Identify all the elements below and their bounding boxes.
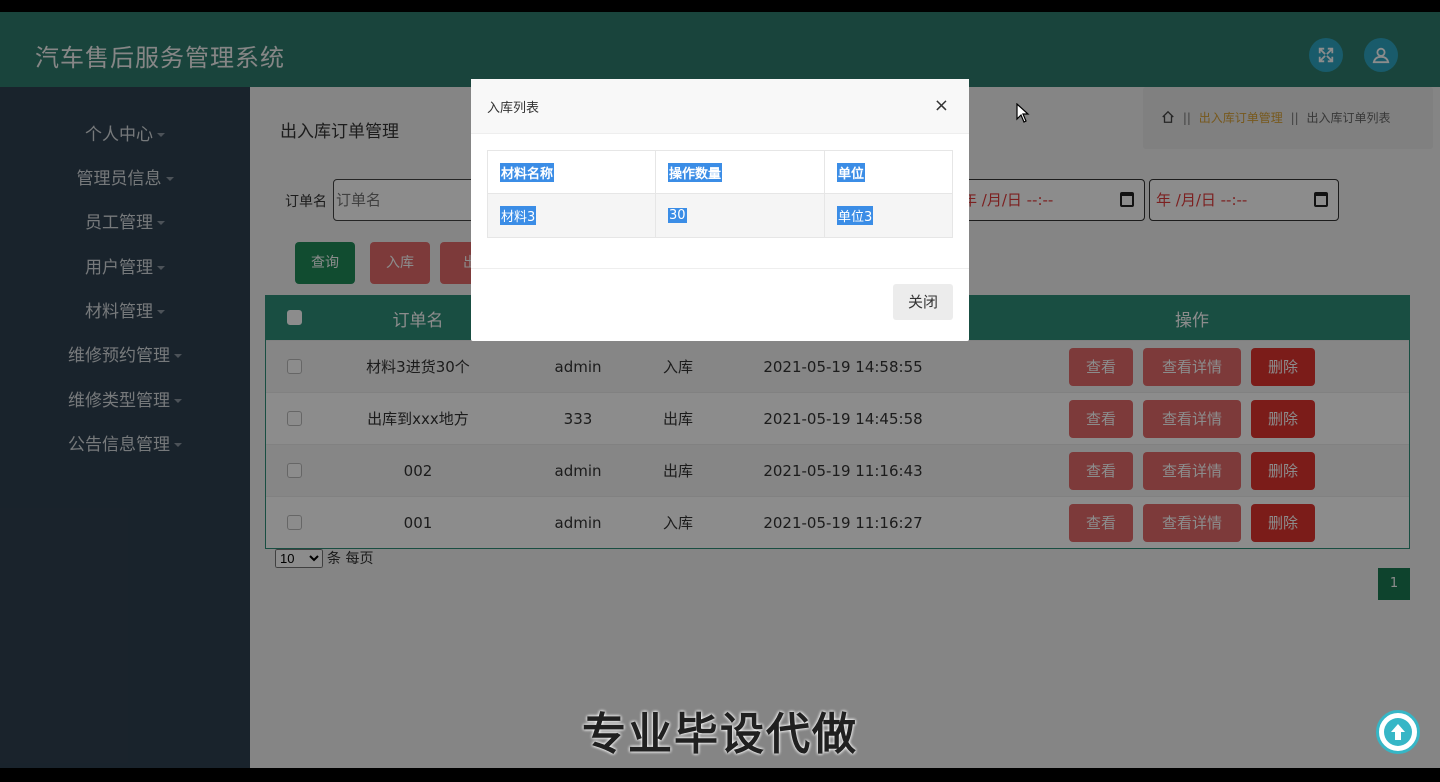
close-icon[interactable]: ×: [934, 97, 949, 115]
arrow-up-icon: [1384, 718, 1412, 746]
modal-cell: 30: [656, 194, 825, 237]
modal-cell-text: 材料3: [500, 206, 537, 225]
modal-close-button[interactable]: 关闭: [893, 284, 953, 320]
back-to-top-button[interactable]: [1376, 710, 1420, 754]
modal-table-header: 材料名称 操作数量 单位: [488, 151, 952, 194]
watermark-caption: 专业毕设代做: [582, 709, 858, 760]
stock-in-list-modal: 入库列表 × 材料名称 操作数量 单位 材料3 30 单位3 关闭: [471, 79, 969, 341]
modal-cell-text: 30: [668, 208, 687, 223]
modal-header-cell: 单位: [825, 151, 954, 193]
modal-title: 入库列表: [487, 101, 540, 116]
modal-header-cell: 材料名称: [488, 151, 656, 193]
modal-table: 材料名称 操作数量 单位 材料3 30 单位3: [487, 150, 953, 238]
modal-cell-text: 单位3: [837, 206, 874, 225]
mouse-cursor-icon: [1016, 103, 1030, 123]
modal-table-row: 材料3 30 单位3: [488, 194, 952, 237]
modal-header-text: 单位: [837, 162, 866, 182]
modal-cell: 材料3: [488, 194, 656, 237]
modal-header: 入库列表 ×: [471, 79, 969, 134]
modal-header-text: 操作数量: [668, 162, 723, 182]
modal-cell: 单位3: [825, 194, 954, 237]
modal-header-cell: 操作数量: [656, 151, 825, 193]
modal-header-text: 材料名称: [500, 162, 555, 182]
app-window: 汽车售后服务管理系统 个人中心 管理员信息 员工管理 用户管理 材料管理 维修预…: [0, 12, 1440, 768]
modal-divider: [471, 268, 969, 269]
